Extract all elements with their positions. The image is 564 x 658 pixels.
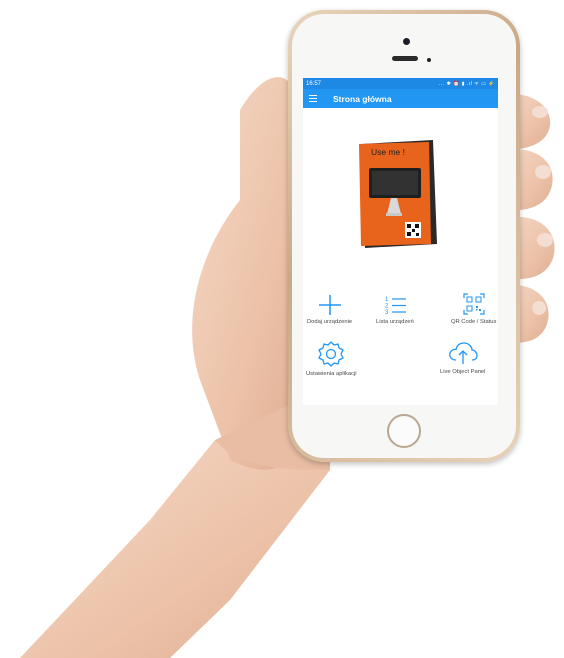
menu-item-add-device[interactable]: Dodaj urządzenie [307, 294, 352, 325]
device-image: Use me ! [359, 140, 437, 248]
app-title: Strona główna [333, 93, 392, 104]
cloud-upload-icon [448, 342, 478, 364]
menu-item-label: Lista urządzeń [376, 319, 414, 325]
menu-item-label: QR Code / Status [451, 319, 497, 325]
app-bar: Strona główna [303, 89, 498, 108]
menu-item-live-object-panel[interactable]: Live Object Panel [440, 340, 485, 375]
proximity-sensor [427, 58, 431, 62]
menu-item-label: Dodaj urządzenie [307, 319, 353, 325]
hamburger-icon[interactable] [309, 95, 317, 102]
menu-item-label: Live Object Panel [440, 369, 486, 375]
menu-item-qr-status[interactable]: QR Code / Status [451, 292, 496, 325]
menu-item-app-settings[interactable]: Ustawienia aplikacji [306, 340, 357, 377]
svg-text:1: 1 [385, 297, 389, 303]
status-bar: 16:57 ... ✱ ⏰ ▮ .ıl ᯤ ▭ ⚡ [303, 78, 498, 89]
status-time: 16:57 [306, 80, 322, 87]
qr-code-icon [463, 293, 485, 315]
menu-item-label: Ustawienia aplikacji [306, 371, 357, 377]
device-label: Use me ! [371, 147, 405, 157]
svg-text:3: 3 [385, 310, 389, 316]
earpiece-speaker [392, 56, 418, 61]
menu-item-device-list[interactable]: 1 2 3 Lista urządzeń [376, 294, 414, 325]
home-button[interactable] [387, 414, 421, 448]
svg-text:2: 2 [385, 304, 389, 310]
app-screen: 16:57 ... ✱ ⏰ ▮ .ıl ᯤ ▭ ⚡ Strona główna … [303, 78, 498, 405]
status-icons: ... ✱ ⏰ ▮ .ıl ᯤ ▭ ⚡ [439, 80, 495, 87]
list-icon: 1 2 3 [385, 297, 406, 316]
gear-icon [318, 341, 344, 367]
front-camera [403, 38, 410, 45]
plus-icon [318, 295, 341, 315]
